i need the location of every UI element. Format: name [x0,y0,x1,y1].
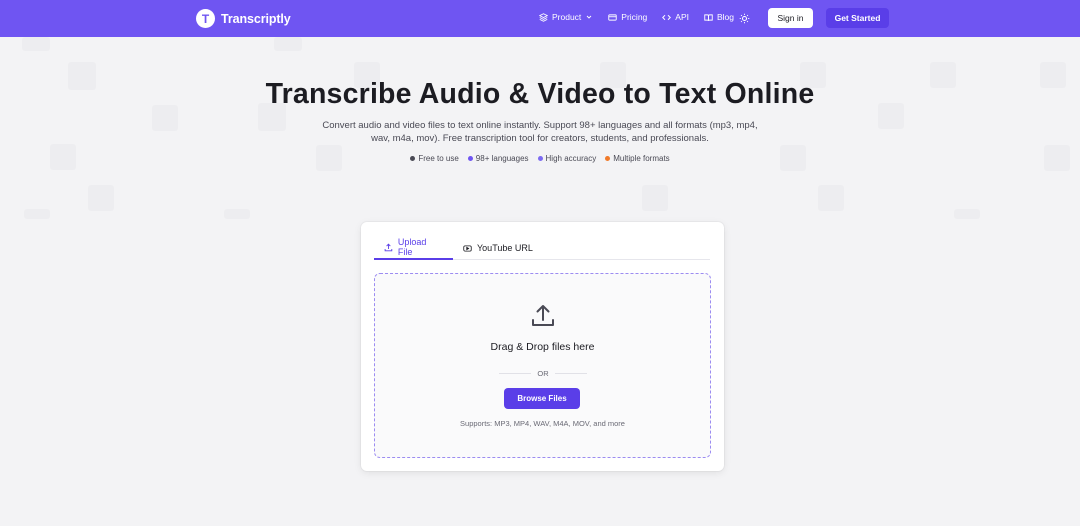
upload-tabs: Upload File YouTube URL [374,236,710,260]
nav-links: Product Pricing API Blog [539,12,749,22]
get-started-button[interactable]: Get Started [826,8,889,28]
code-icon [662,14,672,20]
or-divider: OR [499,369,587,378]
nav-api[interactable]: API [662,12,689,22]
nav-blog[interactable]: Blog [704,12,734,22]
feature-item: Multiple formats [605,154,670,163]
feature-label: High accuracy [545,154,597,163]
hero-subtitle: Convert audio and video files to text on… [322,120,758,144]
dropzone-title: Drag & Drop files here [490,341,595,353]
feature-item: High accuracy [537,154,597,163]
feature-label: Multiple formats [613,154,670,163]
nav-product-label: Product [552,12,582,22]
book-icon [704,13,713,21]
divider-line [499,373,532,374]
youtube-icon [463,244,472,252]
feature-list: Free to use 98+ languages High accuracy … [0,154,1080,163]
top-navbar: T Transcriptly Product Pricing API Blog … [0,0,1080,37]
tab-youtube-url-label: YouTube URL [477,243,533,253]
bullet-dot-icon [410,156,416,161]
brand-name: Transcriptly [221,11,291,26]
sun-icon[interactable] [739,13,750,24]
nav-pricing-label: Pricing [621,12,648,22]
feature-label: Free to use [418,154,459,163]
tab-upload-file-label: Upload File [397,237,427,257]
bullet-dot-icon [605,156,611,161]
bullet-dot-icon [537,156,543,161]
credit-card-icon [608,13,617,21]
feature-item: Free to use [410,154,459,163]
tab-youtube-url[interactable]: YouTube URL [453,236,543,260]
nav-blog-label: Blog [716,12,734,22]
tab-upload-file[interactable]: Upload File [374,236,453,260]
page-title: Transcribe Audio & Video to Text Online [265,78,815,110]
browse-files-button[interactable]: Browse Files [504,388,580,409]
sign-in-button[interactable]: Sign in [768,8,813,28]
chevron-down-icon [586,15,592,19]
upload-icon [532,305,554,326]
brand-logo[interactable]: T Transcriptly [196,9,291,28]
nav-product[interactable]: Product [539,12,593,22]
feature-label: 98+ languages [475,154,529,163]
nav-api-label: API [675,12,689,22]
layers-icon [539,12,548,22]
upload-card: Upload File YouTube URL Drag & Drop file… [361,222,724,471]
feature-item: 98+ languages [467,154,529,163]
divider-line [554,373,587,374]
supported-formats-text: Supports: MP3, MP4, WAV, M4A, MOV, and m… [460,419,625,428]
bullet-dot-icon [467,156,473,161]
file-dropzone[interactable]: Drag & Drop files here OR Browse Files S… [374,273,711,458]
upload-icon [384,243,393,251]
logo-icon: T [196,9,215,28]
or-label: OR [537,369,549,378]
nav-pricing[interactable]: Pricing [608,12,647,22]
